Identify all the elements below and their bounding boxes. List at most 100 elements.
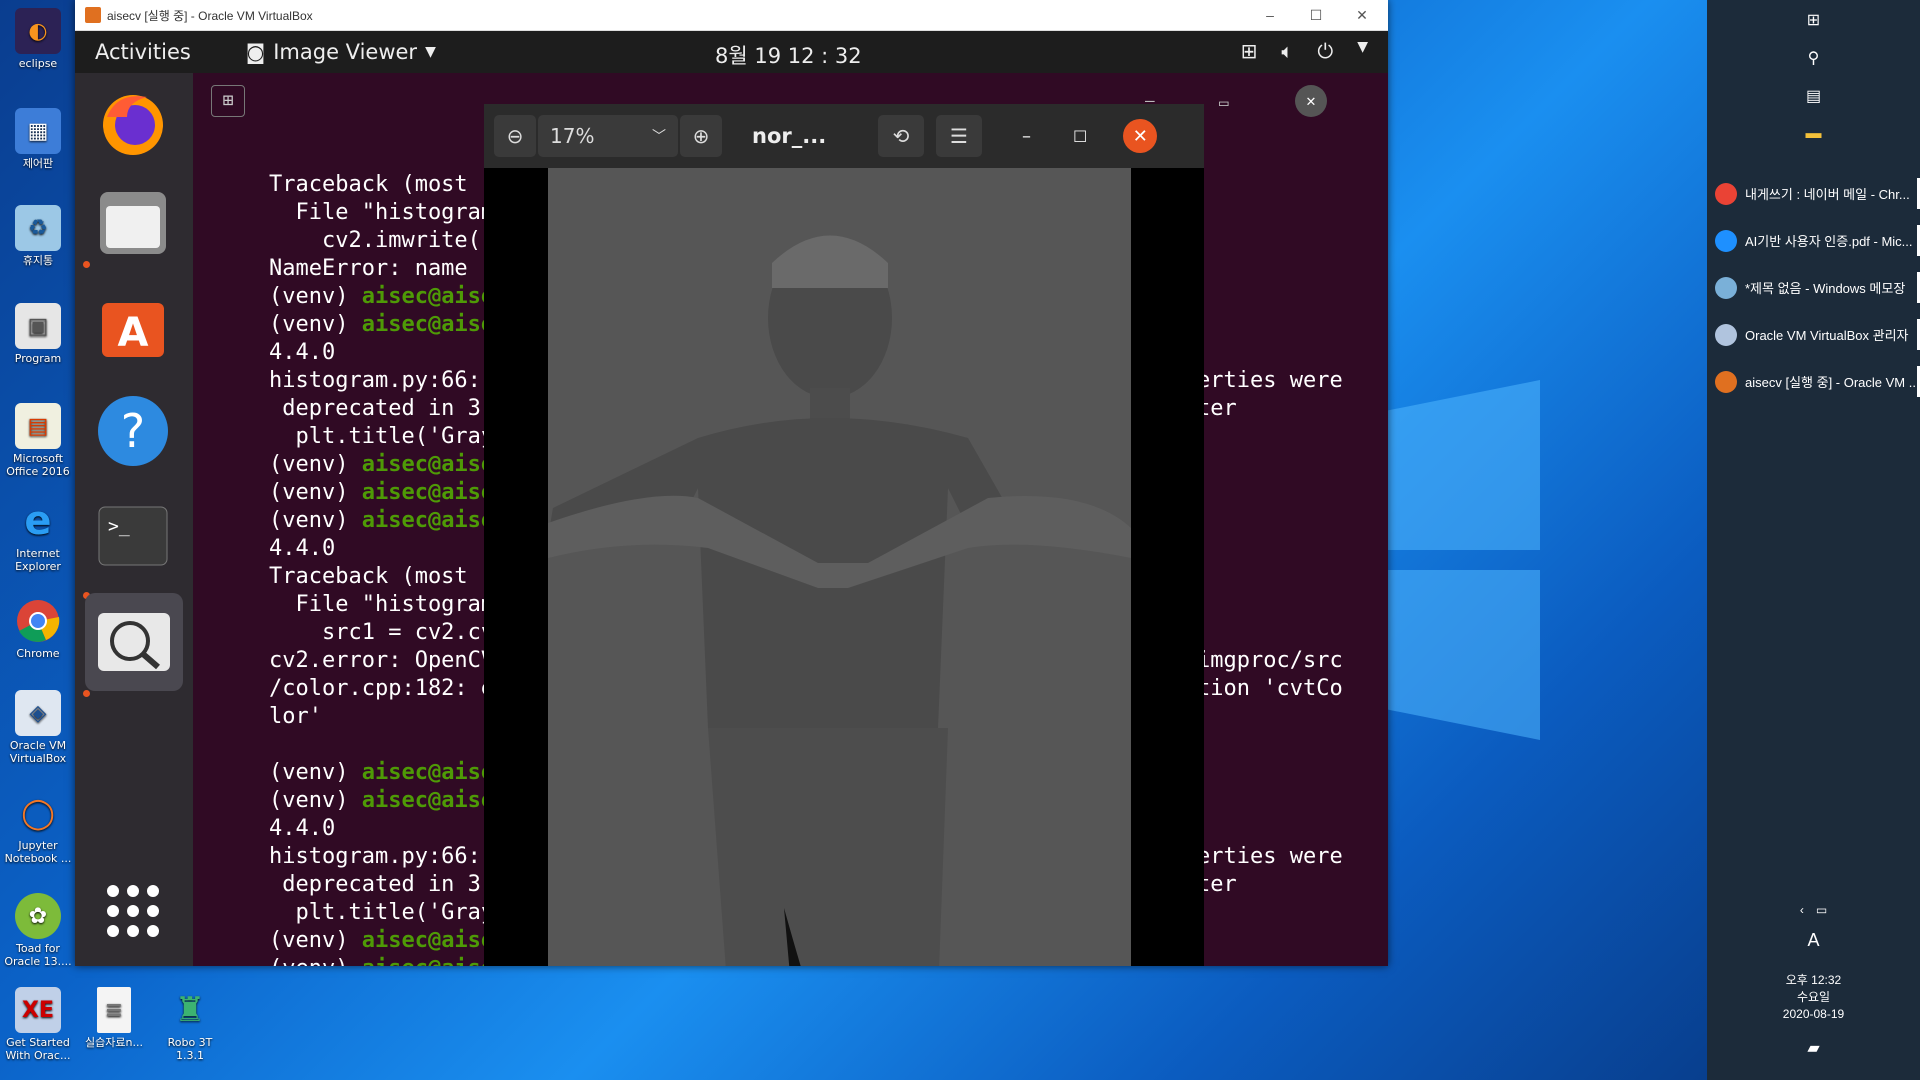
terminal-text: erties were [1197,844,1343,869]
image-viewer-launcher[interactable] [85,593,183,691]
desktop-icon-program[interactable]: ▣ Program [0,303,76,365]
viewer-close-button[interactable]: ✕ [1123,119,1158,153]
chevron-down-icon: ﹀ [652,129,666,145]
viewer-maximize-button[interactable]: ☐ [1073,127,1087,146]
rotate-icon: ⟲ [892,124,910,148]
viewer-minimize-button[interactable]: – [1022,126,1031,147]
chevron-down-icon: ▼ [1357,39,1368,55]
zoom-in-button[interactable]: ⊕ [680,115,722,157]
terminal-text: ter [1197,396,1237,421]
restore-icon[interactable]: ▭ [1219,89,1229,117]
zoom-level: 17% [550,124,595,148]
oracle-xe-icon: XE [15,987,61,1033]
svg-text:?: ? [121,404,145,458]
ubuntu-guest-screen[interactable]: Activities ◙ Image Viewer ▼ 8월 19 12 : 3… [75,31,1388,966]
desktop-icon-office[interactable]: ▤ Microsoft Office 2016 [0,403,76,478]
taskbar-system-buttons: ⊞ ⚲ ▤ ▬ [1707,0,1920,144]
terminal-text: ter [1197,872,1237,897]
desktop-icon-oracle-xe[interactable]: XE Get Started With Orac... [0,987,76,1062]
taskbar-task[interactable]: Oracle VM VirtualBox 관리자 [1707,311,1920,358]
control-panel-icon: ▦ [15,108,61,154]
terminal-text: (venv) [269,956,362,966]
folder-icon [100,192,166,254]
zoom-in-icon: ⊕ [692,124,710,148]
task-app-icon [1715,182,1737,205]
vbox-titlebar[interactable]: aisecv [실행 중] - Oracle VM VirtualBox – ☐… [75,0,1388,31]
document-icon: ≡ [97,987,131,1033]
terminal-text: tion 'cvtCo [1197,676,1343,701]
chevron-left-icon[interactable]: ‹ [1800,902,1804,919]
desktop-icon-jupyter[interactable]: ◯ Jupyter Notebook ... [0,790,76,865]
terminal-text: (venv) [269,480,362,505]
ime-indicator[interactable]: A [1707,931,1920,949]
virtualbox-icon: ◈ [15,690,61,736]
terminal-close-button[interactable]: ✕ [1295,85,1327,117]
firefox-icon [103,95,163,155]
clock[interactable]: 8월 19 12 : 32 [715,40,862,70]
ubuntu-dock: A ? >_ [75,73,193,966]
task-view-icon: ▤ [1805,88,1822,105]
office-icon: ▤ [15,403,61,449]
desktop-icon-control-panel[interactable]: ▦ 제어판 [0,108,76,170]
task-view-button[interactable]: ▤ [1803,86,1825,106]
virtualbox-window[interactable]: aisecv [실행 중] - Oracle VM VirtualBox – ☐… [75,0,1388,966]
photo-person-silhouette [548,168,1131,966]
vbox-title: aisecv [실행 중] - Oracle VM VirtualBox [107,8,313,23]
desktop-icon-robo3t[interactable]: ♜ Robo 3T 1.3.1 [152,987,228,1063]
network-icon: ⊞ [1240,39,1258,63]
minimize-button[interactable]: – [1247,0,1293,30]
activities-button[interactable]: Activities [75,40,191,64]
app-grid-icon [107,885,159,937]
search-button[interactable]: ⚲ [1803,48,1825,68]
desktop-icon-virtualbox[interactable]: ◈ Oracle VM VirtualBox [0,690,76,765]
terminal-launcher[interactable]: >_ [95,498,171,574]
app-menu[interactable]: ◙ Image Viewer ▼ [246,40,436,64]
running-indicator [83,690,90,697]
date: 2020-08-19 [1782,1007,1845,1021]
taskbar-task[interactable]: 내게쓰기 : 네이버 메일 - Chr... [1707,170,1920,217]
close-button[interactable]: ✕ [1339,0,1385,30]
system-tray[interactable]: ⊞ 🔈︎ ⏻ ▼ [1241,39,1368,63]
taskbar-task[interactable]: aisecv [실행 중] - Oracle VM ... [1707,358,1920,405]
start-button[interactable]: ⊞ [1803,10,1825,30]
zoom-out-button[interactable]: ⊖ [494,115,536,157]
image-viewer-icon: ◙ [245,40,266,64]
files-launcher[interactable] [95,185,171,261]
taskbar-task[interactable]: *제목 없음 - Windows 메모장 [1707,264,1920,311]
windows-logo-icon: ⊞ [1806,12,1821,29]
task-label: *제목 없음 - Windows 메모장 [1745,281,1906,296]
network-icon[interactable]: ▭ [1816,902,1827,919]
desktop-icon-chrome[interactable]: Chrome [0,598,76,660]
show-applications-button[interactable] [95,873,171,949]
desktop-icon-recycle-bin[interactable]: ♻ 휴지통 [0,205,76,267]
magnifier-icon [98,613,170,671]
zoom-level-dropdown[interactable]: 17% ﹀ [538,115,678,157]
help-launcher[interactable]: ? [95,393,171,469]
firefox-launcher[interactable] [95,85,171,161]
search-icon: ⚲ [1807,50,1820,67]
program-icon: ▣ [15,303,61,349]
terminal-text: 4.4.0 [269,340,336,365]
ubuntu-top-bar: Activities ◙ Image Viewer ▼ 8월 19 12 : 3… [75,31,1388,73]
zoom-out-icon: ⊖ [506,124,524,148]
action-center-button[interactable]: ▰ [1707,1040,1920,1057]
terminal-text: (venv) [269,284,362,309]
desktop-icon-toad[interactable]: ✿ Toad for Oracle 13.... [0,893,76,968]
terminal-text: (venv) [269,928,362,953]
desktop-icon-practice-material[interactable]: ≡ 실습자료n... [76,987,152,1049]
taskbar-clock[interactable]: 오후 12:32 수요일 2020-08-19 [1707,972,1920,1023]
task-label: AI기반 사용자 인증.pdf - Mic... [1745,234,1913,249]
software-launcher[interactable]: A [95,288,171,364]
taskbar-task[interactable]: AI기반 사용자 인증.pdf - Mic... [1707,217,1920,264]
desktop-icon-eclipse[interactable]: ◐ eclipse [0,8,76,70]
menu-button[interactable]: ☰ [936,115,982,157]
rotate-button[interactable]: ⟲ [878,115,924,157]
running-indicator [83,261,90,268]
image-viewer-window[interactable]: ⊖ 17% ﹀ ⊕ nor_... ⟲ ☰ – ☐ ✕ [484,104,1204,966]
new-tab-button[interactable]: ⊞ [211,85,245,117]
desktop-icon-internet-explorer[interactable]: e Internet Explorer [0,498,76,574]
file-explorer-button[interactable]: ▬ [1803,124,1825,144]
chevron-down-icon: ▼ [425,44,436,60]
toad-icon: ✿ [15,893,61,939]
maximize-button[interactable]: ☐ [1293,0,1339,30]
